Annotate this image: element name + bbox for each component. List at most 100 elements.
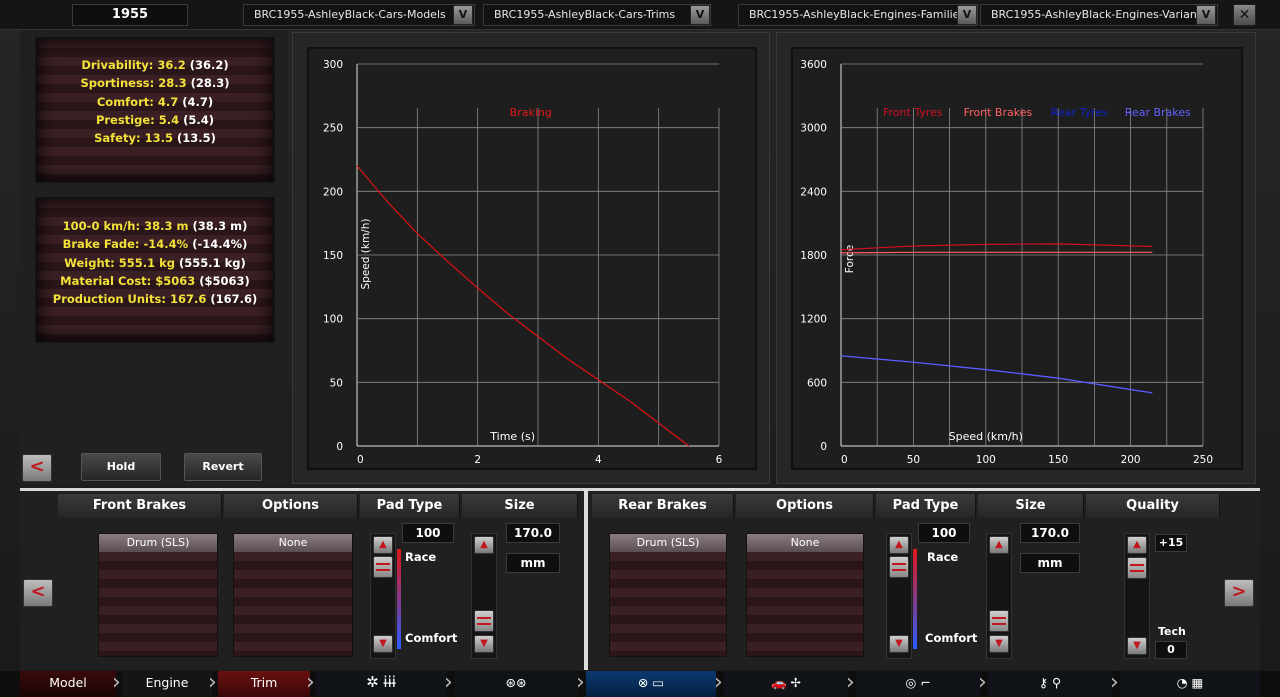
list-item[interactable]: Drum (SLS): [610, 534, 726, 552]
list-item[interactable]: None: [747, 534, 863, 552]
nav-testing-tab[interactable]: ◔ ▦: [1120, 671, 1260, 697]
next-section-button[interactable]: >: [1224, 579, 1254, 607]
stat-prestige: Prestige: 5.4 (5.4): [95, 112, 215, 127]
close-icon: ✕: [1238, 7, 1251, 23]
front-size-down-button[interactable]: ▼: [474, 635, 494, 653]
y-tick-label: 600: [807, 377, 827, 389]
nav-safety-tab[interactable]: ⚷ ⚲: [988, 671, 1112, 697]
body-fan-icon: 🚗 ✢: [770, 675, 801, 690]
quality-header: Quality: [1086, 494, 1220, 518]
front-pad-value: 100: [402, 523, 454, 543]
chevron-down-icon: ▼: [1133, 640, 1141, 651]
x-tick-label: 4: [595, 454, 602, 466]
series-line: [840, 251, 1153, 254]
rear-size-up-button[interactable]: ▲: [989, 536, 1009, 554]
nav-wheels-tab[interactable]: ⊛⊛: [454, 671, 578, 697]
rear-brake-type-list[interactable]: Drum (SLS): [609, 533, 727, 657]
rear-pad-slider-thumb[interactable]: [889, 556, 909, 578]
front-size-unit: mm: [506, 553, 560, 573]
chevron-left-icon: <: [30, 581, 46, 602]
back-arrow-button[interactable]: <: [22, 454, 52, 482]
models-dropdown-button[interactable]: V: [453, 5, 473, 25]
front-size-up-button[interactable]: ▲: [474, 536, 494, 554]
section-divider: [584, 490, 588, 670]
quality-up-button[interactable]: ▲: [1127, 536, 1147, 554]
front-brake-type-list[interactable]: Drum (SLS): [98, 533, 218, 657]
engine-variants-dropdown-button[interactable]: V: [1196, 5, 1216, 25]
engine-variants-combo[interactable]: BRC1955-AshleyBlack-Engines-Variants: [980, 4, 1218, 26]
trims-combo[interactable]: BRC1955-AshleyBlack-Cars-Trims: [483, 4, 711, 26]
bottom-nav: Model › Engine › Trim › ✲ ɨɨɨ › ⊛⊛ › ⊗ ▭…: [0, 671, 1280, 697]
trims-dropdown-button[interactable]: V: [690, 5, 710, 25]
rear-pad-value: 100: [918, 523, 970, 543]
prev-section-button[interactable]: <: [23, 579, 53, 607]
force-chart-panel: 0 600 1200 1800 2400 3000 3600 0 50 100 150 200 250 S…: [776, 32, 1256, 484]
y-tick-label: 3600: [800, 59, 827, 71]
front-options-header: Options: [224, 494, 358, 518]
rear-size-slider-thumb[interactable]: [989, 610, 1009, 632]
front-options-list[interactable]: None: [233, 533, 353, 657]
force-chart: 0 600 1200 1800 2400 3000 3600 0 50 100 150 200 250 S…: [800, 59, 1213, 466]
brakes-suspension-icon: ⊗ ▭: [637, 675, 665, 690]
stat-sportiness: Sportiness: 28.3 (28.3): [80, 76, 230, 91]
front-pad-up-button[interactable]: ▲: [373, 536, 393, 554]
nav-engine-tab[interactable]: Engine: [122, 671, 212, 697]
trims-combo-label: BRC1955-AshleyBlack-Cars-Trims: [494, 8, 676, 21]
rear-options-list[interactable]: None: [746, 533, 864, 657]
rear-pad-comfort-label: Comfort: [925, 631, 978, 645]
top-bar: 1955 BRC1955-AshleyBlack-Cars-Models V B…: [0, 0, 1280, 30]
front-pad-race-label: Race: [405, 550, 437, 564]
nav-interior-tab[interactable]: ◎ ⌐: [856, 671, 980, 697]
series-line: [840, 355, 1153, 394]
tech-label: Tech: [1158, 625, 1186, 638]
x-tick-label: 150: [1048, 454, 1068, 466]
chevron-down-icon: ▼: [895, 638, 903, 649]
x-tick-label: 200: [1121, 454, 1141, 466]
nav-body-tab[interactable]: 🚗 ✢: [724, 671, 848, 697]
front-size-slider-thumb[interactable]: [474, 610, 494, 632]
x-axis-label: Speed (km/h): [949, 430, 1023, 443]
quality-down-button[interactable]: ▼: [1127, 637, 1147, 655]
front-size-value: 170.0: [506, 523, 560, 543]
revert-button[interactable]: Revert: [184, 453, 262, 481]
y-tick-label: 1800: [800, 250, 827, 262]
y-tick-label: 50: [330, 377, 343, 389]
models-combo[interactable]: BRC1955-AshleyBlack-Cars-Models: [243, 4, 475, 26]
engine-families-combo[interactable]: BRC1955-AshleyBlack-Engines-Families: [738, 4, 978, 26]
rear-pad-down-button[interactable]: ▼: [889, 635, 909, 653]
y-tick-label: 100: [323, 314, 343, 326]
rear-pad-up-button[interactable]: ▲: [889, 536, 909, 554]
stats-column: Drivability: 36.2 (36.2) Sportiness: 28.…: [20, 30, 288, 485]
list-item[interactable]: None: [234, 534, 352, 552]
close-button[interactable]: ✕: [1233, 4, 1256, 26]
rear-size-down-button[interactable]: ▼: [989, 635, 1009, 653]
front-pad-slider-thumb[interactable]: [373, 556, 393, 578]
nav-trim-tab[interactable]: Trim: [218, 671, 310, 697]
models-combo-label: BRC1955-AshleyBlack-Cars-Models: [254, 8, 446, 21]
quality-slider-thumb[interactable]: [1127, 557, 1147, 579]
year-display: 1955: [72, 4, 188, 26]
x-tick-label: 100: [976, 454, 996, 466]
hold-button[interactable]: Hold: [81, 453, 161, 481]
y-axis-label: Speed (km/h): [360, 219, 372, 290]
nav-model-tab[interactable]: Model: [20, 671, 116, 697]
stat-brake-fade: Brake Fade: -14.4% (-14.4%): [62, 237, 248, 252]
chevron-up-icon: ▲: [895, 539, 903, 550]
y-tick-label: 200: [323, 186, 343, 198]
braking-chart: 0 50 100 150 200 250 300 0 2 4 6 Time (s) Speed (km/…: [323, 59, 723, 466]
testing-flag-icon: ◔ ▦: [1176, 675, 1204, 690]
nav-brakes-tab[interactable]: ⊗ ▭: [586, 671, 716, 697]
y-tick-label: 0: [336, 441, 343, 453]
nav-chassis-tab[interactable]: ✲ ɨɨɨ: [316, 671, 446, 697]
front-pad-down-button[interactable]: ▼: [373, 635, 393, 653]
rear-pad-race-label: Race: [927, 550, 959, 564]
stat-stopping-distance: 100-0 km/h: 38.3 m (38.3 m): [62, 219, 248, 233]
y-tick-label: 300: [323, 59, 343, 71]
list-item[interactable]: Drum (SLS): [99, 534, 217, 552]
chevron-up-icon: ▲: [379, 539, 387, 550]
stat-production-units: Production Units: 167.6 (167.6): [52, 292, 258, 307]
engine-families-dropdown-button[interactable]: V: [957, 5, 977, 25]
chevron-up-icon: ▲: [1133, 539, 1141, 550]
chevron-up-icon: ▲: [480, 539, 488, 550]
rear-size-value: 170.0: [1020, 523, 1080, 543]
